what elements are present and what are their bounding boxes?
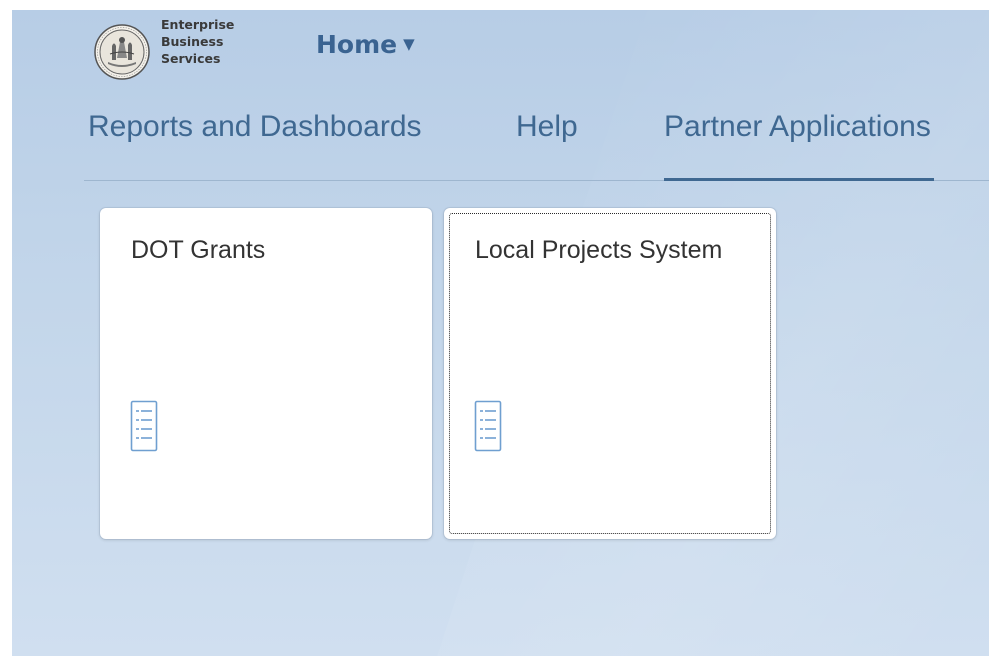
tile-local-projects-system[interactable]: Local Projects System	[444, 208, 776, 539]
tile-dot-grants[interactable]: DOT Grants	[100, 208, 432, 539]
brand-name: Enterprise Business Services	[161, 16, 234, 67]
brand-line: Business	[161, 34, 224, 49]
document-list-icon	[130, 400, 158, 452]
app-shell: Enterprise Business Services Home ▼ Repor…	[12, 10, 989, 656]
tile-title: DOT Grants	[131, 236, 266, 264]
brand-line: Services	[161, 51, 221, 66]
home-menu-button[interactable]: Home ▼	[316, 30, 415, 59]
tab-partner-applications[interactable]: Partner Applications	[664, 110, 934, 181]
home-menu-label: Home	[316, 30, 398, 59]
brand-line: Enterprise	[161, 17, 235, 32]
tab-help[interactable]: Help	[516, 110, 578, 180]
tab-reports-and-dashboards[interactable]: Reports and Dashboards	[88, 110, 422, 180]
state-seal-logo	[94, 24, 150, 80]
tile-title: Local Projects System	[475, 236, 723, 264]
document-list-icon	[474, 400, 502, 452]
caret-down-icon: ▼	[403, 35, 415, 53]
tab-bar: Reports and Dashboards Help Partner Appl…	[84, 110, 989, 181]
